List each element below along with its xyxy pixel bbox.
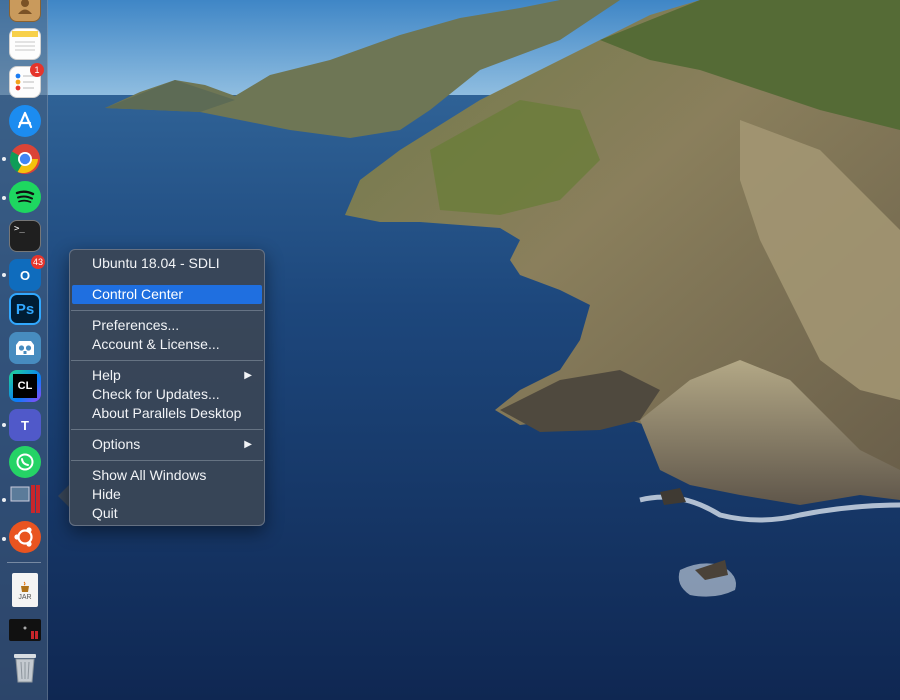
menu-separator xyxy=(71,460,263,461)
menu-item-label: Quit xyxy=(92,505,118,521)
outlook-glyph: O xyxy=(19,267,31,283)
photoshop-app-icon[interactable]: Ps xyxy=(9,293,41,325)
chrome-running-dot xyxy=(2,157,6,161)
outlook-badge: 43 xyxy=(30,255,45,269)
ubuntu-app-icon[interactable] xyxy=(9,521,41,553)
menu-item-label: Hide xyxy=(92,486,121,502)
teams-app-icon[interactable]: T xyxy=(9,409,41,441)
clion-app-icon[interactable]: CL xyxy=(9,370,41,402)
photoshop-glyph: Ps xyxy=(15,300,35,318)
jar-file-icon[interactable]: JAR xyxy=(12,573,38,607)
menu-item-label: About Parallels Desktop xyxy=(92,405,242,421)
spotify-running-dot xyxy=(2,196,6,200)
menu-pointer xyxy=(58,485,69,507)
menu-item-label: Show All Windows xyxy=(92,467,207,483)
menu-separator xyxy=(71,360,263,361)
contacts-app-icon[interactable] xyxy=(9,0,41,22)
submenu-arrow-icon: ▶ xyxy=(244,370,252,381)
menu-item-label: Ubuntu 18.04 - SDLI xyxy=(92,255,220,271)
menu-item-account-license[interactable]: Account & License... xyxy=(72,335,262,354)
menu-item-help[interactable]: Help ▶ xyxy=(72,366,262,385)
teams-glyph: T xyxy=(21,417,29,433)
notes-app-icon[interactable] xyxy=(9,28,41,60)
menu-item-label: Control Center xyxy=(92,286,184,302)
whatsapp-app-icon[interactable] xyxy=(9,446,41,478)
menu-item-label: Help xyxy=(92,367,121,383)
menu-item-label: Check for Updates... xyxy=(92,386,220,402)
outlook-app-icon[interactable]: O 43 xyxy=(9,255,45,291)
menu-item-check-for-updates[interactable]: Check for Updates... xyxy=(72,385,262,404)
menu-item-quit[interactable]: Quit xyxy=(72,504,262,523)
parallels-vm-window-icon[interactable] xyxy=(9,619,41,641)
dock-separator xyxy=(7,562,41,563)
menu-item-vm-ubuntu[interactable]: Ubuntu 18.04 - SDLI xyxy=(72,254,262,273)
menu-separator xyxy=(71,429,263,430)
chrome-app-icon[interactable] xyxy=(9,143,41,175)
menu-item-hide[interactable]: Hide xyxy=(72,485,262,504)
teams-running-dot xyxy=(2,423,6,427)
menu-item-preferences[interactable]: Preferences... xyxy=(72,316,262,335)
app-store-icon[interactable] xyxy=(9,105,41,137)
godot-app-icon[interactable] xyxy=(9,332,41,364)
terminal-prompt-glyph: >_ xyxy=(14,224,25,234)
parallels-desktop-app-icon[interactable] xyxy=(9,483,41,515)
parallels-running-dot xyxy=(2,498,6,502)
menu-item-label: Options xyxy=(92,436,141,452)
spotify-app-icon[interactable] xyxy=(9,181,41,213)
reminders-badge: 1 xyxy=(30,63,44,77)
reminders-app-icon[interactable]: 1 xyxy=(9,63,44,98)
jar-file-label: JAR xyxy=(18,593,32,601)
menu-item-label: Account & License... xyxy=(92,336,220,352)
menu-item-label: Preferences... xyxy=(92,317,180,333)
clion-glyph: CL xyxy=(13,374,37,398)
menu-item-options[interactable]: Options ▶ xyxy=(72,435,262,454)
menu-item-about-parallels[interactable]: About Parallels Desktop xyxy=(72,404,262,423)
parallels-dock-context-menu: Ubuntu 18.04 - SDLI Control Center Prefe… xyxy=(69,249,265,526)
menu-separator xyxy=(71,310,263,311)
dock: 1 >_ O 43 Ps CL T JAR xyxy=(0,0,48,700)
outlook-running-dot xyxy=(2,273,6,277)
ubuntu-running-dot xyxy=(2,537,6,541)
menu-item-show-all-windows[interactable]: Show All Windows xyxy=(72,466,262,485)
terminal-app-icon[interactable]: >_ xyxy=(9,220,41,252)
menu-item-control-center[interactable]: Control Center xyxy=(72,285,262,304)
submenu-arrow-icon: ▶ xyxy=(244,439,252,450)
trash-icon[interactable] xyxy=(9,651,41,683)
